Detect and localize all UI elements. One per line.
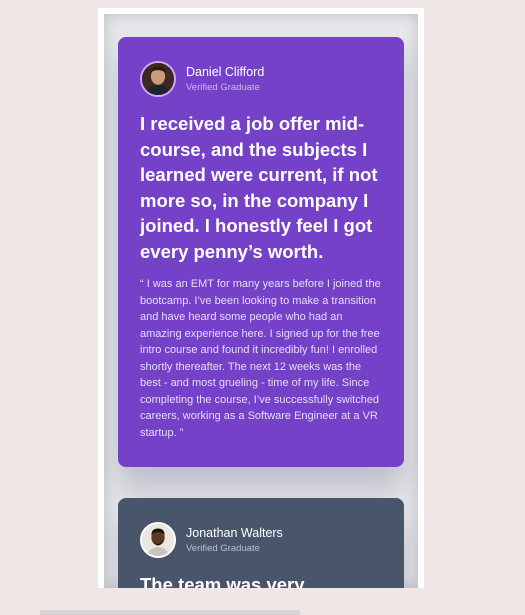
author-role: Verified Graduate [186,81,260,93]
author-name: Daniel Clifford [186,64,265,79]
testimonial-headline: I received a job offer mid-course, and t… [140,113,378,262]
horizontal-scrollbar[interactable] [40,610,300,615]
author-block: Jonathan Walters Verified Graduate [140,520,382,560]
page-viewport[interactable]: Daniel Clifford Verified Graduate I rece… [104,14,418,588]
avatar [140,522,176,558]
author-role: Verified Graduate [186,542,260,554]
testimonial-headline: The team was very [140,574,305,588]
testimonial-card-jonathan: Jonathan Walters Verified Graduate The t… [118,498,404,588]
author-name: Jonathan Walters [186,525,283,540]
author-text: Daniel Clifford Verified Graduate [186,65,264,94]
avatar-photo-icon [142,63,174,95]
avatar [140,61,176,97]
testimonial-card-daniel: Daniel Clifford Verified Graduate I rece… [118,37,404,467]
testimonial-quote: “ I was an EMT for many years before I j… [140,278,381,439]
browser-frame: Daniel Clifford Verified Graduate I rece… [98,8,424,588]
author-text: Jonathan Walters Verified Graduate [186,526,283,555]
avatar-photo-icon [142,524,174,556]
author-block: Daniel Clifford Verified Graduate [140,59,382,99]
